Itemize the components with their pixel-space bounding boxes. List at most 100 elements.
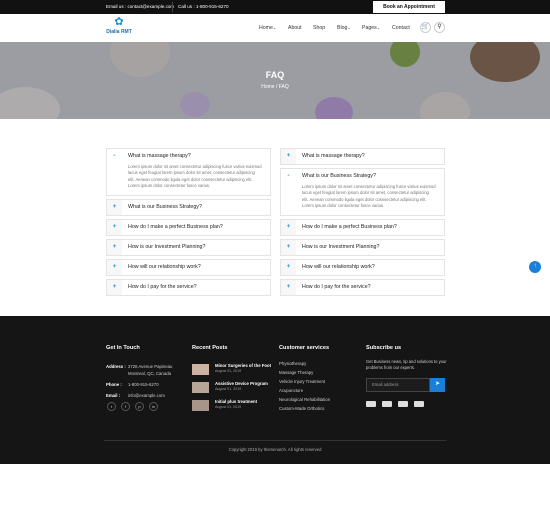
faq-item[interactable]: + How do I pay for the service? [280,279,445,297]
footer-heading: Get In Touch [106,345,140,351]
footer-heading: Customer services [279,345,330,351]
faq-question[interactable]: How is our Investment Planning? [128,244,205,250]
top-bar: Email us : contact@example.com Call us :… [0,0,550,14]
plus-icon: + [281,240,296,256]
service-link[interactable]: Vehicle Injury Treatment [279,377,364,386]
faq-question[interactable]: What is our Business Strategy? [302,173,376,179]
faq-item[interactable]: + How do I pay for the service? [106,279,271,297]
service-link[interactable]: Physiotherapy [279,359,364,368]
service-link[interactable]: Neurological Rehabilitation [279,395,364,404]
topbar-phone[interactable]: Call us : 1-800-915-6270 [178,4,229,9]
email-value[interactable]: contact@example.com [127,4,174,9]
plus-icon: + [107,260,122,276]
breadcrumb-separator: / [275,84,278,90]
topbar-divider [172,2,173,12]
plus-icon: + [281,280,296,296]
nav-shop[interactable]: Shop [313,25,325,31]
book-appointment-button[interactable]: Book an Appointment [373,1,445,13]
faq-item[interactable]: + How is our Investment Planning? [280,239,445,257]
faq-item[interactable]: + How do I make a perfect Business plan? [280,219,445,237]
recent-post[interactable]: Minor Surgeries of the Foot August 01, 20… [192,363,277,381]
call-label: Call us : [178,4,196,9]
plus-icon: + [281,220,296,236]
call-value[interactable]: 1-800-915-6270 [196,4,229,9]
footer-subscribe: Subscribe us Get Business news, tip and … [366,345,450,425]
footer-phone: Phone :1-800-915-6270 [106,382,159,387]
faq-column-left: - What is massage therapy? Lorem ipsum do… [106,148,271,299]
plus-icon: + [107,220,122,236]
faq-question[interactable]: How do I make a perfect Business plan? [302,224,397,230]
chevron-down-icon: ⌄ [347,25,351,30]
faq-question[interactable]: How is our Investment Planning? [302,244,379,250]
site-header: ✿ Dialia RMT Home⌄ About Shop Blog⌄ Page… [0,14,550,42]
faq-question[interactable]: How do I make a perfect Business plan? [128,224,223,230]
faq-item[interactable]: + How do I make a perfect Business plan? [106,219,271,237]
minus-icon: - [107,149,122,164]
nav-blog[interactable]: Blog⌄ [337,25,351,31]
faq-question[interactable]: What is massage therapy? [128,153,191,159]
twitter-icon[interactable]: t [107,402,116,411]
footer-heading: Recent Posts [192,345,228,351]
faq-question[interactable]: How will our relationship work? [128,264,201,270]
breadcrumb-current: FAQ [278,84,289,90]
mastercard-icon [398,401,408,407]
visa-icon [366,401,376,407]
faq-column-right: + What is massage therapy? - What is our B… [280,148,445,299]
amex-icon [414,401,424,407]
logo-name: Dialia RMT [106,29,132,35]
pinterest-icon[interactable]: p [135,402,144,411]
plus-icon: + [281,260,296,276]
subscribe-button[interactable]: ➤ [430,378,445,392]
faq-answer: Lorem ipsum dolor sit amet consectetur a… [302,184,436,208]
scroll-to-top-button[interactable]: ↑ [529,261,541,273]
email-input[interactable]: Email address [366,378,430,392]
nav-pages[interactable]: Pages⌄ [362,25,380,31]
service-link[interactable]: Acupuncture [279,386,364,395]
post-thumbnail [192,382,209,393]
recent-post[interactable]: Initial plus treatment August 01, 2019 [192,399,277,417]
email-label: Email us : [106,4,128,9]
faq-item[interactable]: - What is our Business Strategy? Lorem ip… [280,168,445,217]
site-logo[interactable]: ✿ Dialia RMT [104,16,134,40]
service-link[interactable]: Massage Therapy [279,368,364,377]
site-footer: Get In Touch Address :2726 Avenue Papine… [0,316,550,464]
linkedin-icon[interactable]: in [149,402,158,411]
topbar-email[interactable]: Email us : contact@example.com [106,4,174,9]
nav-home[interactable]: Home⌄ [259,25,276,31]
paypal-icon [382,401,392,407]
faq-item[interactable]: + How will our relationship work? [280,259,445,277]
facebook-icon[interactable]: f [121,402,130,411]
footer-address-line2: Montreal, QC, Canada [128,371,171,376]
minus-icon: - [281,169,296,184]
footer-recent-posts: Recent Posts Minor Surgeries of the Foot… [192,345,277,417]
faq-question[interactable]: How do I pay for the service? [128,284,197,290]
footer-get-in-touch: Get In Touch Address :2726 Avenue Papine… [106,345,191,399]
breadcrumb-home[interactable]: Home [261,84,274,90]
plus-icon: + [107,200,122,216]
cart-icon[interactable]: 🛒 [420,22,431,33]
subscribe-text: Get Business news, tip and solutions to … [366,359,447,370]
recent-post[interactable]: Assistive Device Program August 01, 2019 [192,381,277,399]
faq-item[interactable]: - What is massage therapy? Lorem ipsum do… [106,148,271,197]
faq-question[interactable]: How will our relationship work? [302,264,375,270]
faq-question[interactable]: What is massage therapy? [302,153,365,159]
chevron-down-icon: ⌄ [376,25,381,30]
faq-item[interactable]: + What is massage therapy? [280,148,445,165]
page-title: FAQ [265,70,285,80]
faq-item[interactable]: + How will our relationship work? [106,259,271,277]
breadcrumb: Home / FAQ [0,84,550,90]
faq-question[interactable]: How do I pay for the service? [302,284,371,290]
search-icon[interactable]: ⚲ [434,22,445,33]
faq-item[interactable]: + What is our Business Strategy? [106,199,271,217]
nav-about[interactable]: About [288,25,302,31]
footer-address: Address :2726 Avenue Papineau [106,364,173,369]
footer-services: Customer services Physiotherapy Massage … [279,345,364,413]
faq-question[interactable]: What is our Business Strategy? [128,204,202,210]
faq-answer: Lorem ipsum dolor sit amet consectetur a… [128,164,262,188]
footer-divider [104,440,446,441]
faq-item[interactable]: + How is our Investment Planning? [106,239,271,257]
post-thumbnail [192,364,209,375]
nav-contact[interactable]: Contact [392,25,410,31]
service-link[interactable]: Custom-Made Orthotics [279,404,364,413]
arrow-up-icon: ↑ [533,263,537,269]
